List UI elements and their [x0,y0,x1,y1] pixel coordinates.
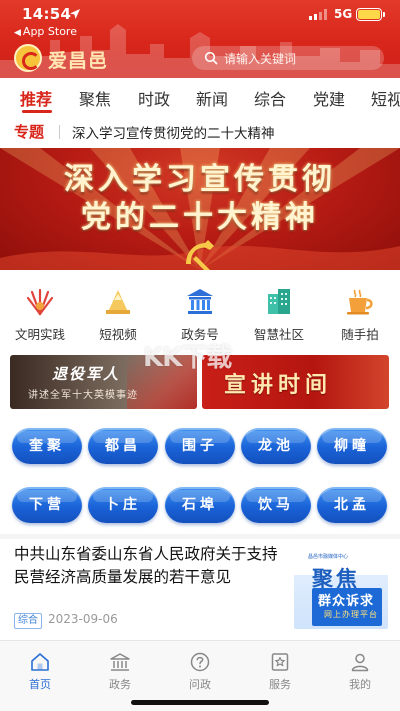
town-button[interactable]: 龙池 [241,428,311,464]
tab-news[interactable]: 新闻 [196,86,228,110]
logo-emblem-icon [14,44,42,72]
quick-link-smart-community[interactable]: 智慧社区 [244,282,314,348]
thumbnail-band-title: 群众诉求 [318,594,375,609]
town-button[interactable]: 卜庄 [88,487,158,523]
nav-label: 首页 [29,678,51,691]
tab-party-building[interactable]: 党建 [313,86,345,110]
news-date: 2023-09-06 [48,612,118,626]
network-type: 5G [334,7,353,21]
tab-politics[interactable]: 时政 [138,86,170,110]
veterans-promo-title: 退役军人 [52,365,121,383]
signal-strength-icon [309,9,327,20]
section-divider [0,534,400,539]
category-tabs: 推荐 聚焦 时政 新闻 综合 党建 短视 [0,80,400,116]
app-name: 爱昌邑 [48,50,109,72]
thumbnail-caption: 昌邑市融媒体中心 [308,554,349,560]
topic-divider [59,125,60,139]
watermark: KK下载 [143,343,232,373]
town-button[interactable]: 柳疃 [317,428,387,464]
banner-title-line2: 党的二十大精神 [81,200,319,235]
town-button[interactable]: 北孟 [317,487,387,523]
veterans-promo-subtitle: 讲述全军十大英模事迹 [28,390,138,401]
battery-icon [356,8,385,21]
quick-link-snapshot[interactable]: 随手拍 [325,282,395,348]
lecture-promo-title: 宣讲时间 [224,372,333,398]
search-bar[interactable]: 请输入关键词 [192,46,384,70]
coffee-cup-icon [347,289,373,315]
news-title[interactable]: 中共山东省委山东省人民政府关于支持民营经济高质量发展的若干意见 [14,543,286,588]
location-arrow-icon [70,9,80,19]
nav-label: 服务 [269,678,291,691]
service-icon [271,653,289,671]
government-icon [110,653,130,671]
town-button[interactable]: 石埠 [165,487,235,523]
profile-icon [351,653,369,672]
tab-focus[interactable]: 聚焦 [79,86,111,110]
topic-row[interactable]: 专题 深入学习宣传贯彻党的二十大精神 [0,118,400,146]
quick-link-civilization[interactable]: 文明实践 [5,282,75,348]
town-button[interactable]: 奎聚 [12,428,82,464]
tab-general[interactable]: 综合 [254,86,286,110]
thumbnail-band-subtitle: 网上办理平台 [324,610,378,619]
nav-profile[interactable]: 我的 [330,651,390,692]
nav-label: 我的 [349,678,371,691]
tab-short-video[interactable]: 短视 [371,86,400,110]
news-thumbnail[interactable]: 昌邑市融媒体中心 聚焦 群众诉求 网上办理平台 [294,545,388,629]
back-to-app-store[interactable]: ◀ App Store [14,25,77,38]
party-emblem-icon [186,240,214,270]
news-category-tag: 综合 [14,613,42,629]
civilization-fan-icon [26,288,54,316]
nav-inquiry[interactable]: 问政 [170,651,230,692]
nav-government[interactable]: 政务 [90,651,150,692]
town-button[interactable]: 饮马 [241,487,311,523]
topic-label: 专题 [14,123,45,141]
town-button[interactable]: 都昌 [88,428,158,464]
nav-home[interactable]: 首页 [10,651,70,692]
town-button[interactable]: 围子 [165,428,235,464]
nav-label: 政务 [109,678,131,691]
nav-label: 问政 [189,678,211,691]
question-icon [190,652,210,672]
search-icon [204,51,218,65]
status-time: 14:54 [22,5,72,23]
home-icon [31,653,49,671]
active-tab-indicator [22,110,52,113]
quick-link-label: 文明实践 [14,327,65,342]
short-video-icon [106,290,130,314]
nav-service[interactable]: 服务 [250,651,310,692]
news-item[interactable]: 中共山东省委山东省人民政府关于支持民营经济高质量发展的若干意见 综合 2023-… [0,540,400,640]
town-button[interactable]: 下营 [12,487,82,523]
smart-community-icon [268,289,290,314]
quick-link-label: 随手拍 [341,327,379,342]
quick-link-label: 智慧社区 [253,327,304,342]
app-header: 14:54 ◀ App Store 5G 爱昌邑 请输入关键词 [0,0,400,78]
tab-recommend[interactable]: 推荐 [20,86,52,110]
hero-banner[interactable]: 深入学习宣传贯彻 党的二十大精神 [0,148,400,270]
home-indicator [131,700,269,705]
search-placeholder: 请输入关键词 [224,52,297,66]
government-building-icon [187,289,213,314]
status-bar: 14:54 ◀ App Store 5G [0,0,400,38]
topic-headline[interactable]: 深入学习宣传贯彻党的二十大精神 [72,122,275,142]
